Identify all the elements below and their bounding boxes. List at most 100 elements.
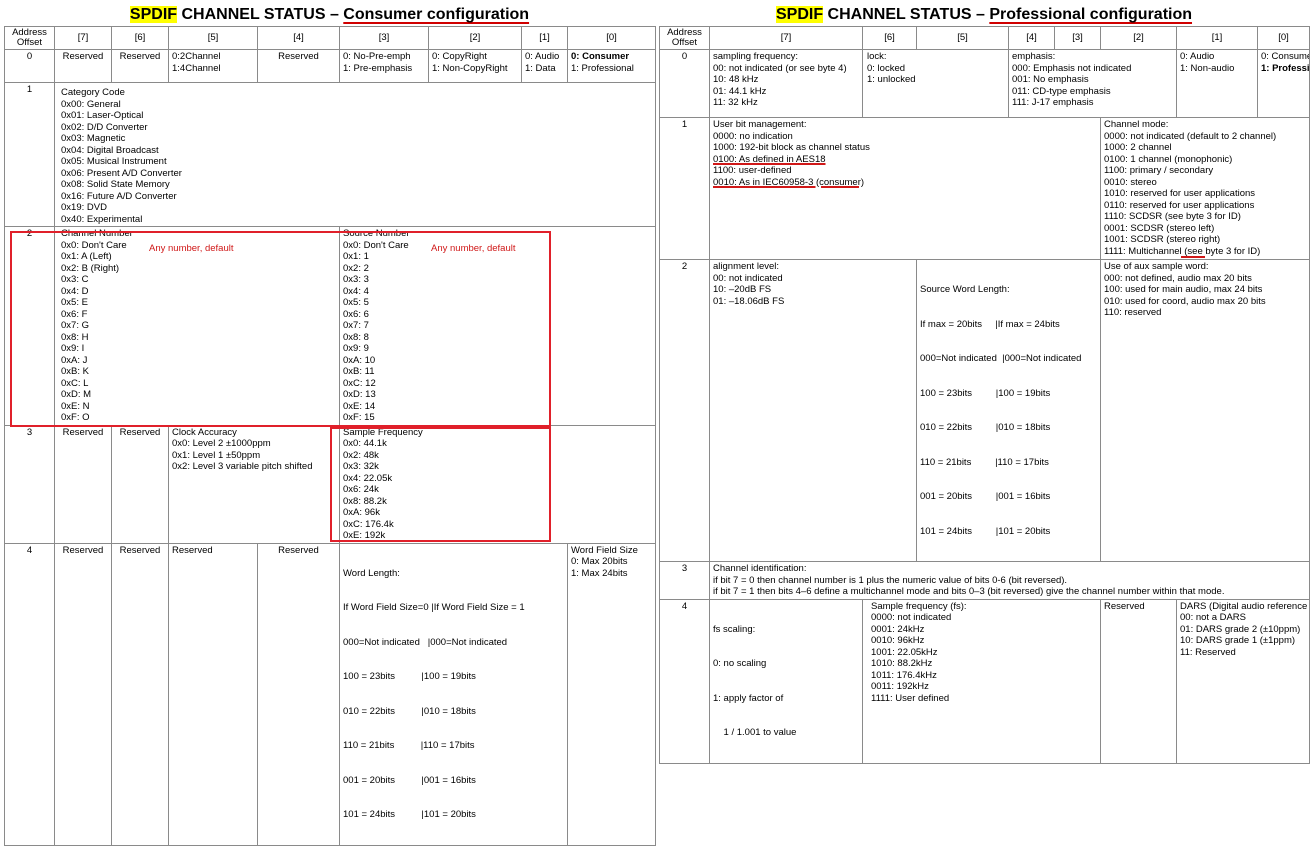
cell-line: 11: 32 kHz [713, 97, 758, 108]
title-highlight: SPDIF [129, 6, 178, 23]
header-cell: [1] [521, 26, 568, 50]
cell-line: 1011: 176.4kHz [871, 669, 937, 681]
cell-line: 0x40: Experimental [61, 213, 143, 225]
header-cell: [7] [709, 26, 863, 50]
cell-line: 0: Max 20bits [571, 556, 628, 567]
cell-line: 0000: not indicated [871, 612, 952, 623]
word-field-size-cell: Word Field Size 0: Max 20bits 1: Max 24b… [567, 542, 656, 846]
cell-line: Category Code [61, 87, 125, 98]
cell-line: 0x2: Level 3 variable pitch shifted [172, 461, 313, 472]
title-sub: Consumer configuration [343, 6, 530, 23]
cell-line: 0x01: Laser-Optical [61, 110, 144, 121]
cell-line: 0100: 1 channel (monophonic) [1104, 153, 1233, 165]
cell-line: Word Length: [343, 567, 400, 579]
cell-line: fs scaling: [713, 623, 756, 635]
cell-line: 0010: stereo [1104, 176, 1157, 188]
cell-line: 1010: reserved for user applications [1104, 188, 1256, 199]
header-cell: [7] [54, 26, 112, 50]
bit-cell: 0: Audio 1: Non-audio [1176, 49, 1258, 118]
cell-line: 1: Non-audio [1180, 62, 1235, 74]
cell-line: 100 = 23bits |100 = 19bits [343, 671, 476, 682]
cell-line: Reserved [1104, 600, 1145, 612]
header-cell: [0] [567, 26, 656, 50]
address-offset: 2 [659, 259, 710, 562]
multichannel-underline-mark [1181, 256, 1205, 258]
table-row: 3 Channel identification: if bit 7 = 0 t… [659, 561, 1310, 600]
header-cell: [5] [168, 26, 258, 50]
cell-line: 01: DARS grade 2 (±10ppm) [1180, 623, 1301, 635]
cell-line: 0: locked [867, 62, 906, 74]
professional-table: Address Offset [7] [6] [5] [4] [3] [2] [… [659, 26, 1310, 764]
cell-line: Reserved [62, 426, 104, 438]
cell-line: 00: not indicated [713, 272, 783, 284]
title-main: CHANNEL STATUS – [823, 6, 990, 23]
cell-line: 00: not a DARS [1180, 612, 1247, 623]
category-code-cell: Category Code 0x00: General 0x01: Laser-… [54, 82, 656, 227]
cell-line: 0001: 24kHz [871, 623, 925, 635]
address-offset: 4 [659, 598, 710, 764]
cell-line: 0x19: DVD [61, 202, 107, 213]
address-offset: 3 [4, 424, 55, 544]
highlight-box-byte2 [10, 231, 551, 427]
sampling-frequency-cell: sampling frequency: 00: not indicated (o… [709, 49, 863, 118]
cell-line: 1 / 1.001 to value [713, 727, 797, 738]
header-cell: [5] [916, 26, 1009, 50]
cell-line: 0000: not indicated (default to 2 channe… [1104, 130, 1277, 142]
cell-line: 00: not indicated (or see byte 4) [713, 62, 847, 74]
cell-line: 0: Audio [1180, 51, 1215, 62]
cell-line: 01: –18.06dB FS [713, 295, 785, 307]
table-row: 4 fs scaling: 0: no scaling 1: apply fac… [659, 598, 1310, 764]
cell-line: Clock Accuracy [172, 426, 237, 438]
cell-line: 0: Consumer [1261, 51, 1309, 62]
cell-line: emphasis: [1012, 51, 1056, 62]
cell-line: 0: CopyRight [432, 51, 487, 62]
aux-sample-word-cell: Use of aux sample word: 000: not defined… [1100, 259, 1310, 562]
cell-line: 100: used for main audio, max 24 bits [1104, 284, 1263, 295]
cell-line: 0011: 192kHz [871, 681, 929, 692]
cell-line: Reserved [278, 51, 319, 62]
header-row: Address Offset [7] [6] [5] [4] [3] [2] [… [4, 26, 656, 50]
cell-line: 0x06: Present A/D Converter [61, 167, 182, 179]
cell-line: 110 = 21bits |110 = 17bits [343, 740, 475, 751]
cell-line: 0x16: Future A/D Converter [61, 190, 177, 202]
cell-line: 0x05: Musical Instrument [61, 156, 167, 167]
header-cell: [2] [1100, 26, 1177, 50]
cell-line: 0x00: General [61, 98, 121, 110]
bit-cell: Reserved [111, 49, 169, 83]
cell-line: 010 = 22bits |010 = 18bits [343, 705, 476, 717]
bit-cell: Reserved [168, 542, 258, 846]
cell-line: Sample frequency (fs): [871, 600, 967, 612]
cell-line: 1111: Multichannel (see byte 3 for ID) [1104, 245, 1261, 257]
cell-line: 1: unlocked [867, 74, 916, 85]
cell-line: 010: used for coord, audio max 20 bits [1104, 295, 1266, 307]
cell-line: 0100: As defined in AES18 [713, 153, 826, 165]
cell-line: 1: Professional [571, 62, 634, 74]
clock-accuracy-cell: Clock Accuracy 0x0: Level 2 ±1000ppm 0x1… [168, 424, 340, 544]
cell-line: Reserved [62, 544, 104, 556]
cell-line: 1110: SCDSR (see byte 3 for ID) [1104, 211, 1241, 222]
channel-mode-cell: Channel mode: 0000: not indicated (defau… [1100, 117, 1310, 260]
address-offset: 3 [659, 561, 710, 600]
bit-cell: 0: Consumer 1: Professional [1257, 49, 1310, 118]
bit-cell: 0: CopyRight 1: Non-CopyRight [428, 49, 522, 83]
bit-cell: 0: Consumer 1: Professional [567, 49, 656, 83]
cell-line: Reserved [119, 51, 161, 62]
cell-line: 10: 48 kHz [713, 74, 759, 85]
cell-line: Reserved [62, 51, 104, 62]
cell-line: 01: 44.1 kHz [713, 85, 767, 97]
cell-line: 001 = 20bits |001 = 16bits [343, 774, 476, 786]
address-offset: 1 [4, 82, 55, 227]
cell-line: 0001: SCDSR (stereo left) [1104, 222, 1215, 234]
channel-identification-cell: Channel identification: if bit 7 = 0 the… [709, 561, 1310, 600]
cell-line: Channel mode: [1104, 119, 1169, 130]
cell-line: 101 = 24bits |101 = 20bits [343, 809, 476, 820]
cell-line: 110 = 21bits |110 = 17bits [920, 456, 1049, 468]
lock-cell: lock: 0: locked 1: unlocked [862, 49, 1009, 118]
cell-line: Reserved [119, 544, 161, 556]
bit-cell: 0:2Channel 1:4Channel [168, 49, 258, 83]
cell-line: 1:4Channel [172, 62, 221, 74]
cell-line: Channel identification: [713, 563, 807, 574]
professional-panel: SPDIF CHANNEL STATUS – Professional conf… [659, 4, 1310, 764]
annotation-channel: Any number, default [149, 243, 234, 254]
header-cell: [2] [428, 26, 522, 50]
